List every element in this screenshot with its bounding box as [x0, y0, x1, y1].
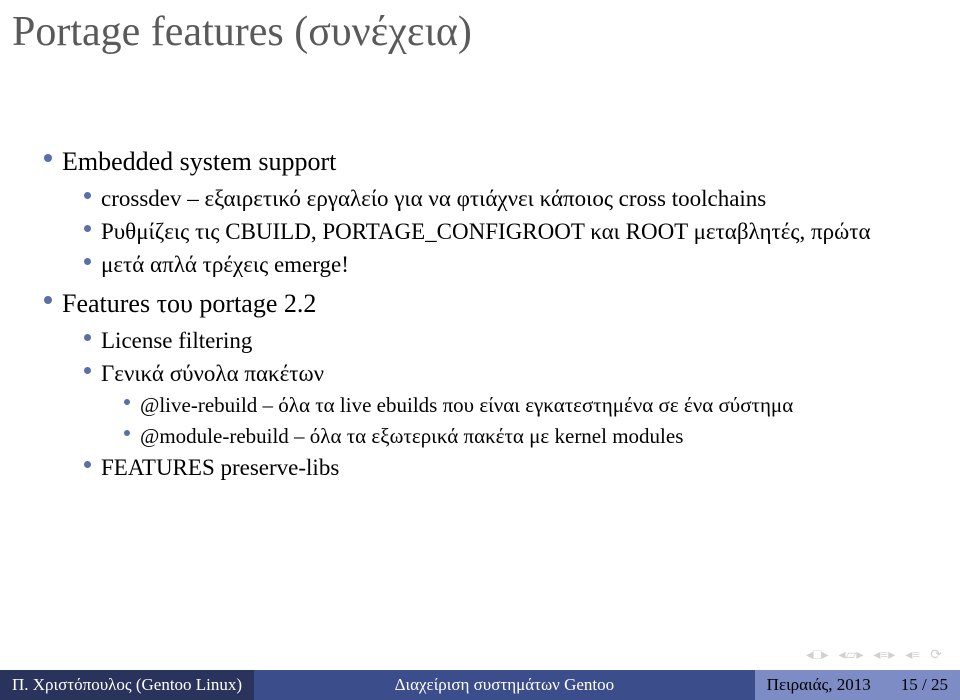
- bullet-level1: Embedded system support: [44, 144, 930, 179]
- bullet-text: Γενικά σύνολα πακέτων: [101, 358, 930, 389]
- bullet-icon: [84, 225, 91, 232]
- footer-title: Διαχείριση συστημάτων Gentoo: [254, 670, 755, 700]
- nav-prev-frame-icon[interactable]: ◂▱▸: [839, 647, 864, 664]
- bullet-level2: Ρυθμίζεις τις CBUILD, PORTAGE_CONFIGROOT…: [84, 216, 930, 247]
- footer-date: Πειραιάς, 2013: [755, 670, 883, 700]
- bullet-text: Embedded system support: [62, 144, 930, 179]
- bullet-icon: [44, 296, 52, 304]
- bullet-level3: @module-rebuild – όλα τα εξωτερικά πακέτ…: [124, 422, 930, 450]
- bullet-text: License filtering: [101, 325, 930, 356]
- bullet-text: Ρυθμίζεις τις CBUILD, PORTAGE_CONFIGROOT…: [101, 216, 930, 247]
- bullet-icon: [124, 399, 130, 405]
- bullet-level3: @live-rebuild – όλα τα live ebuilds που …: [124, 391, 930, 419]
- bullet-text: μετά απλά τρέχεις emerge!: [101, 249, 930, 280]
- bullet-level2: crossdev – εξαιρετικό εργαλείο για να φτ…: [84, 183, 930, 214]
- bullet-level2: Γενικά σύνολα πακέτων: [84, 358, 930, 389]
- bullet-icon: [84, 367, 91, 374]
- bullet-level1: Features του portage 2.2: [44, 286, 930, 321]
- bullet-level2: License filtering: [84, 325, 930, 356]
- bullet-text: FEATURES preserve-libs: [101, 452, 930, 483]
- bullet-text: @live-rebuild – όλα τα live ebuilds που …: [140, 391, 930, 419]
- bullet-text: Features του portage 2.2: [62, 286, 930, 321]
- slide-content: Embedded system support crossdev – εξαιρ…: [44, 140, 930, 485]
- beamer-nav-icons: ◂□▸ ◂▱▸ ◂≡▸ ◂≡ ⟳: [806, 647, 942, 664]
- nav-search-icon[interactable]: ⟳: [930, 647, 942, 664]
- slide-footer: Π. Χριστόπουλος (Gentoo Linux) Διαχείρισ…: [0, 670, 960, 700]
- footer-page-number: 15 / 25: [883, 670, 960, 700]
- bullet-icon: [84, 461, 91, 468]
- nav-prev-slide-icon[interactable]: ◂□▸: [806, 647, 829, 664]
- bullet-icon: [84, 258, 91, 265]
- bullet-icon: [44, 154, 52, 162]
- nav-prev-section-icon[interactable]: ◂≡▸: [873, 647, 895, 664]
- bullet-level2: FEATURES preserve-libs: [84, 452, 930, 483]
- bullet-level2: μετά απλά τρέχεις emerge!: [84, 249, 930, 280]
- bullet-icon: [84, 334, 91, 341]
- nav-next-section-icon[interactable]: ◂≡: [905, 647, 920, 664]
- bullet-text: crossdev – εξαιρετικό εργαλείο για να φτ…: [101, 183, 930, 214]
- bullet-icon: [124, 430, 130, 436]
- footer-author: Π. Χριστόπουλος (Gentoo Linux): [0, 670, 254, 700]
- bullet-text: @module-rebuild – όλα τα εξωτερικά πακέτ…: [140, 422, 930, 450]
- slide-title: Portage features (συνέχεια): [12, 8, 472, 56]
- bullet-icon: [84, 192, 91, 199]
